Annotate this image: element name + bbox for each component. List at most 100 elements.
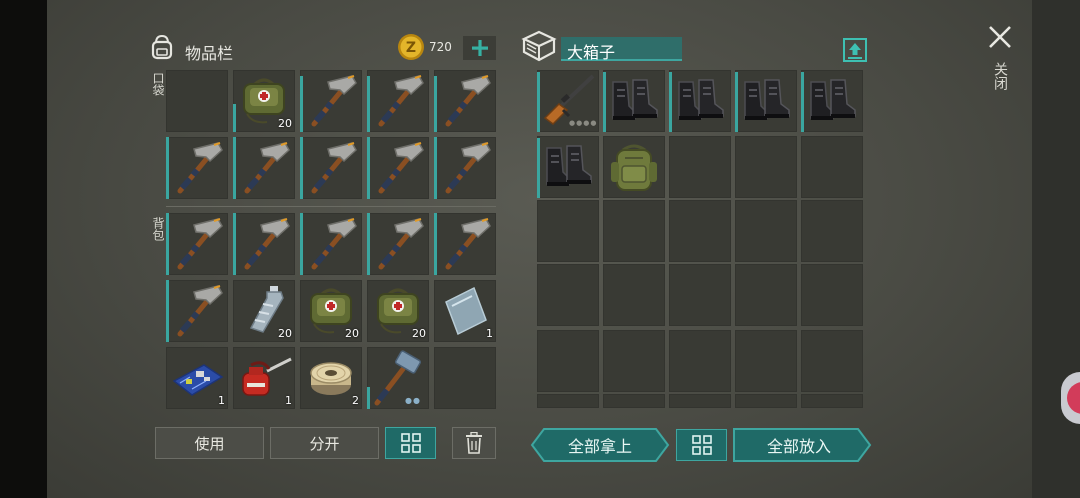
container-slot[interactable] xyxy=(669,330,731,392)
pocket-slot[interactable] xyxy=(367,70,429,132)
durability-bar xyxy=(166,213,169,275)
pocket-slot[interactable] xyxy=(434,70,496,132)
durability-bar xyxy=(233,104,236,132)
pocket-slot[interactable] xyxy=(300,137,362,199)
backpack-slot[interactable] xyxy=(434,213,496,275)
container-slot[interactable] xyxy=(801,70,863,132)
container-slot[interactable] xyxy=(669,136,731,198)
transfer-up-button[interactable] xyxy=(842,37,868,63)
container-slot[interactable] xyxy=(801,136,863,198)
durability-bar xyxy=(367,76,370,132)
pickaxe-icon xyxy=(233,213,295,279)
put-all-button[interactable]: 全部放入 xyxy=(732,427,866,463)
container-slot[interactable] xyxy=(735,136,797,198)
pocket-slot[interactable] xyxy=(300,70,362,132)
container-slot[interactable]: ●●●● xyxy=(537,70,599,132)
container-slot[interactable] xyxy=(735,264,797,326)
backpack-slot[interactable] xyxy=(367,213,429,275)
pickaxe-icon xyxy=(300,213,362,279)
container-slot[interactable] xyxy=(669,264,731,326)
right-edge-bar xyxy=(1032,0,1080,498)
container-slot[interactable] xyxy=(801,264,863,326)
coin-count: 720 xyxy=(429,40,452,54)
backpack-slot[interactable] xyxy=(300,213,362,275)
pickaxe-icon xyxy=(367,70,429,136)
item-count: 20 xyxy=(345,327,359,340)
container-slot[interactable] xyxy=(801,200,863,262)
container-slot[interactable] xyxy=(537,394,599,408)
backpack-slot[interactable]: 20 xyxy=(300,280,362,342)
backpack-slot[interactable]: 2 xyxy=(300,347,362,409)
item-count: 20 xyxy=(278,117,292,130)
durability-bar xyxy=(166,137,169,199)
backpack-slot[interactable]: 20 xyxy=(367,280,429,342)
container-slot[interactable] xyxy=(537,264,599,326)
container-slot[interactable] xyxy=(801,330,863,392)
left-edge-bar xyxy=(0,0,47,498)
inventory-title: 物品栏 xyxy=(185,44,234,63)
container-slot[interactable] xyxy=(735,200,797,262)
container-slot[interactable] xyxy=(603,136,665,198)
backpack-slot[interactable] xyxy=(233,213,295,275)
discard-button[interactable] xyxy=(452,427,496,459)
section-divider xyxy=(166,206,496,207)
item-level-dots: ●● xyxy=(405,396,421,405)
container-slot[interactable] xyxy=(603,200,665,262)
container-slot[interactable] xyxy=(537,136,599,198)
sort-inventory-button[interactable] xyxy=(385,427,436,459)
backpack-slot[interactable] xyxy=(166,280,228,342)
boots-icon xyxy=(603,70,665,136)
container-slot[interactable] xyxy=(669,200,731,262)
container-slot[interactable] xyxy=(669,394,731,408)
pocket-slot[interactable] xyxy=(233,137,295,199)
container-name-field[interactable]: 大箱子 xyxy=(561,37,682,62)
backpack-slot[interactable]: 20 xyxy=(233,280,295,342)
pickaxe-icon xyxy=(166,280,228,346)
floating-assistant-bubble[interactable] xyxy=(1061,372,1080,424)
container-slot[interactable] xyxy=(735,330,797,392)
durability-bar xyxy=(233,137,236,199)
item-count: 20 xyxy=(278,327,292,340)
pickaxe-icon xyxy=(300,70,362,136)
add-coins-button[interactable] xyxy=(463,36,496,60)
upload-icon xyxy=(843,38,867,62)
container-slot[interactable] xyxy=(603,70,665,132)
container-slot[interactable] xyxy=(537,200,599,262)
container-slot[interactable] xyxy=(735,394,797,408)
pocket-slot[interactable]: 20 xyxy=(233,70,295,132)
close-button[interactable] xyxy=(985,22,1015,52)
container-slot[interactable] xyxy=(669,70,731,132)
backpack-slot[interactable] xyxy=(166,213,228,275)
pocket-slot[interactable] xyxy=(434,137,496,199)
container-slot[interactable] xyxy=(603,330,665,392)
backpack-slot[interactable] xyxy=(434,347,496,409)
pickaxe-icon xyxy=(233,137,295,203)
split-button[interactable]: 分开 xyxy=(270,427,379,459)
pocket-slot[interactable] xyxy=(166,137,228,199)
container-slot[interactable] xyxy=(603,264,665,326)
use-button[interactable]: 使用 xyxy=(155,427,264,459)
container-slot[interactable] xyxy=(603,394,665,408)
container-slot[interactable] xyxy=(735,70,797,132)
backpack-slot[interactable]: 1 xyxy=(233,347,295,409)
backpack-icon xyxy=(151,34,173,60)
container-title: 大箱子 xyxy=(567,43,616,62)
pocket-slot[interactable] xyxy=(367,137,429,199)
boots-icon xyxy=(801,70,863,136)
backpack-slot[interactable]: 1 xyxy=(434,280,496,342)
backpack-slot[interactable]: ●● xyxy=(367,347,429,409)
sort-container-button[interactable] xyxy=(676,429,727,461)
close-icon xyxy=(989,26,1011,48)
assistant-badge xyxy=(1067,382,1080,414)
container-slot[interactable] xyxy=(537,330,599,392)
container-slot[interactable] xyxy=(801,394,863,408)
boots-icon xyxy=(537,136,599,202)
pocket-slot[interactable] xyxy=(166,70,228,132)
durability-bar xyxy=(434,137,437,199)
backpack-label: 背包 xyxy=(151,217,165,241)
pickaxe-icon xyxy=(434,137,496,203)
durability-bar xyxy=(603,72,606,132)
backpack-slot[interactable]: 1 xyxy=(166,347,228,409)
take-all-button[interactable]: 全部拿上 xyxy=(530,427,670,463)
pickaxe-icon xyxy=(300,137,362,203)
